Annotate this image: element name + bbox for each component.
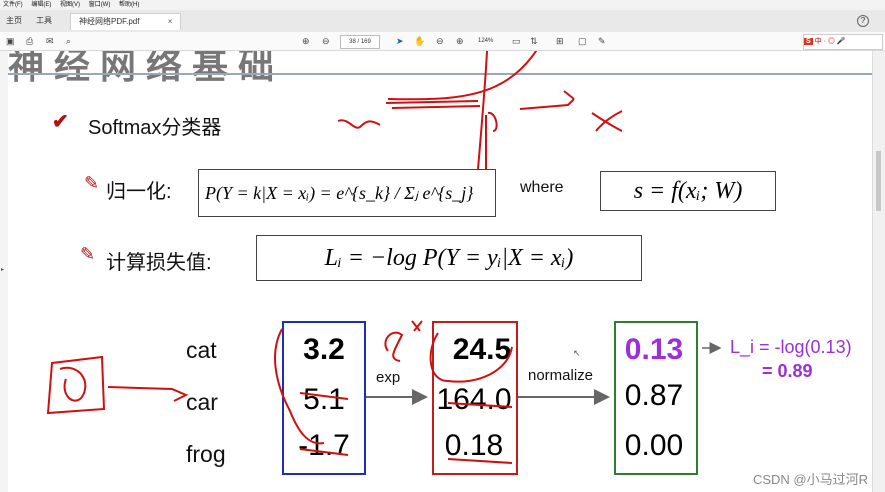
pdf-page: 神经网络基础 ✔ Softmax分类器 ✎ 归一化: P(Y = k|X = x… <box>8 51 872 492</box>
comment-icon[interactable]: ▢ <box>578 35 587 47</box>
page-total: / 169 <box>357 39 371 45</box>
watermark: CSDN @小马过河R <box>752 472 868 487</box>
tab-tools[interactable]: 工具 <box>36 13 52 29</box>
close-tab-icon[interactable]: × <box>168 17 173 26</box>
collapse-arrow-icon[interactable]: ▸ <box>1 266 4 273</box>
handwritten-ink <box>46 51 623 464</box>
pen-icon[interactable]: ✎ <box>598 35 606 47</box>
menu-file[interactable]: 文件(F) <box>3 2 23 8</box>
save-icon[interactable]: ▣ <box>6 35 15 47</box>
ime-toolbar[interactable]: S 中 · ◎ 🎤 <box>803 34 883 50</box>
zoom-level-select[interactable]: 124% <box>478 35 508 47</box>
toolbar: ▣ ⎙ ✉ ⌕ ⊕ ⊖ 38 / 169 ➤ ✋ ⊖ ⊕ 124% ▭ ⇅ ⊞ … <box>0 32 885 51</box>
ime-status: 中 · ◎ 🎤 <box>814 38 846 45</box>
page-number-field[interactable]: 38 / 169 <box>340 35 380 49</box>
tab-bar: 主页 工具 神经网络PDF.pdf × ? <box>0 10 885 33</box>
print-icon[interactable]: ⎙ <box>26 35 33 47</box>
tab-home[interactable]: 主页 <box>6 13 22 29</box>
page-down-icon[interactable]: ⊖ <box>322 35 330 47</box>
hand-tool-icon[interactable]: ✋ <box>414 35 425 47</box>
left-gutter: ▸ <box>0 51 8 492</box>
zoom-in-icon[interactable]: ⊕ <box>456 35 464 47</box>
menu-edit[interactable]: 编辑(E) <box>31 2 51 8</box>
page-up-icon[interactable]: ⊕ <box>302 35 310 47</box>
help-icon[interactable]: ? <box>857 15 869 27</box>
search-icon[interactable]: ⌕ <box>66 35 71 47</box>
tools-icon[interactable]: ⊞ <box>556 35 564 47</box>
menu-window[interactable]: 窗口(W) <box>89 2 111 8</box>
email-icon[interactable]: ✉ <box>46 35 54 47</box>
menu-bar: 文件(F) 编辑(E) 视图(V) 窗口(W) 帮助(H) <box>0 0 885 10</box>
mouse-cursor-icon: ↖ <box>573 348 581 358</box>
fit-page-icon[interactable]: ▭ <box>512 35 521 47</box>
scrollbar-thumb[interactable] <box>876 151 881 211</box>
scroll-mode-icon[interactable]: ⇅ <box>530 35 538 47</box>
page-current: 38 <box>349 39 356 45</box>
menu-help[interactable]: 帮助(H) <box>119 2 139 8</box>
sogou-icon: S <box>804 38 813 45</box>
select-cursor-icon[interactable]: ➤ <box>396 35 404 47</box>
zoom-out-icon[interactable]: ⊖ <box>436 35 444 47</box>
menu-view[interactable]: 视图(V) <box>60 2 80 8</box>
vertical-scrollbar[interactable] <box>872 51 885 492</box>
tab-document-label: 神经网络PDF.pdf <box>79 17 140 26</box>
tab-document[interactable]: 神经网络PDF.pdf × <box>70 13 182 30</box>
